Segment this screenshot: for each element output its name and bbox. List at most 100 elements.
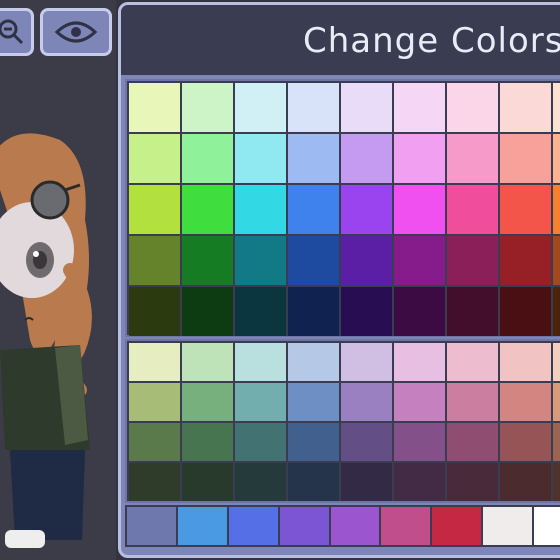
quick-color-swatch[interactable] <box>279 507 329 545</box>
muted-color-swatch[interactable] <box>182 343 233 381</box>
muted-color-swatch[interactable] <box>553 423 560 461</box>
bright-color-swatch[interactable] <box>394 236 445 285</box>
muted-color-swatch[interactable] <box>235 463 286 501</box>
bright-color-swatch[interactable] <box>447 83 498 132</box>
muted-color-swatch[interactable] <box>288 383 339 421</box>
bright-color-swatch[interactable] <box>182 287 233 336</box>
quick-color-row <box>125 505 560 547</box>
quick-color-swatch[interactable] <box>381 507 431 545</box>
muted-color-swatch[interactable] <box>341 463 392 501</box>
bright-color-swatch[interactable] <box>447 134 498 183</box>
bright-color-swatch[interactable] <box>553 287 560 336</box>
bright-color-swatch[interactable] <box>500 236 551 285</box>
muted-color-swatch[interactable] <box>235 383 286 421</box>
bright-color-swatch[interactable] <box>394 185 445 234</box>
bright-color-swatch[interactable] <box>235 185 286 234</box>
bright-palette-grid <box>129 83 560 336</box>
bright-color-swatch[interactable] <box>341 134 392 183</box>
muted-color-swatch[interactable] <box>182 463 233 501</box>
muted-color-swatch[interactable] <box>288 463 339 501</box>
bright-color-swatch[interactable] <box>235 287 286 336</box>
muted-color-swatch[interactable] <box>553 343 560 381</box>
quick-color-swatch[interactable] <box>127 507 176 545</box>
bright-color-swatch[interactable] <box>500 287 551 336</box>
muted-color-swatch[interactable] <box>129 343 180 381</box>
bright-color-swatch[interactable] <box>288 134 339 183</box>
muted-color-swatch[interactable] <box>288 423 339 461</box>
zoom-button[interactable] <box>0 8 34 56</box>
bright-color-swatch[interactable] <box>394 134 445 183</box>
bright-color-swatch[interactable] <box>182 236 233 285</box>
muted-color-swatch[interactable] <box>182 423 233 461</box>
muted-color-swatch[interactable] <box>235 343 286 381</box>
bright-color-swatch[interactable] <box>341 236 392 285</box>
bright-color-swatch[interactable] <box>500 83 551 132</box>
bright-color-swatch[interactable] <box>182 134 233 183</box>
bright-color-swatch[interactable] <box>447 185 498 234</box>
eye-button[interactable] <box>40 8 112 56</box>
bright-color-swatch[interactable] <box>447 287 498 336</box>
bright-color-swatch[interactable] <box>553 185 560 234</box>
bright-color-swatch[interactable] <box>500 134 551 183</box>
bright-color-swatch[interactable] <box>500 185 551 234</box>
quick-color-swatch[interactable] <box>330 507 380 545</box>
bright-color-swatch[interactable] <box>235 134 286 183</box>
muted-color-swatch[interactable] <box>500 383 551 421</box>
character-stage <box>0 0 116 560</box>
muted-color-swatch[interactable] <box>447 423 498 461</box>
bright-color-swatch[interactable] <box>288 236 339 285</box>
bright-color-swatch[interactable] <box>235 236 286 285</box>
quick-color-swatch[interactable] <box>177 507 227 545</box>
muted-color-swatch[interactable] <box>553 463 560 501</box>
quick-color-swatch[interactable] <box>228 507 278 545</box>
muted-color-swatch[interactable] <box>182 383 233 421</box>
muted-color-swatch[interactable] <box>341 343 392 381</box>
muted-palette <box>125 339 560 503</box>
muted-color-swatch[interactable] <box>447 383 498 421</box>
muted-color-swatch[interactable] <box>500 423 551 461</box>
bright-color-swatch[interactable] <box>341 185 392 234</box>
bright-palette <box>125 79 560 337</box>
muted-color-swatch[interactable] <box>500 343 551 381</box>
change-colors-panel: Change Colors <box>118 2 560 558</box>
bright-color-swatch[interactable] <box>129 83 180 132</box>
quick-color-swatch[interactable] <box>534 507 560 545</box>
bright-color-swatch[interactable] <box>129 134 180 183</box>
bright-color-swatch[interactable] <box>182 83 233 132</box>
bright-color-swatch[interactable] <box>394 287 445 336</box>
muted-color-swatch[interactable] <box>288 343 339 381</box>
quick-color-swatch[interactable] <box>483 507 533 545</box>
muted-color-swatch[interactable] <box>394 343 445 381</box>
bright-color-swatch[interactable] <box>288 185 339 234</box>
muted-color-swatch[interactable] <box>447 343 498 381</box>
bright-color-swatch[interactable] <box>182 185 233 234</box>
muted-color-swatch[interactable] <box>553 383 560 421</box>
muted-color-swatch[interactable] <box>129 463 180 501</box>
quick-color-swatch[interactable] <box>432 507 482 545</box>
bright-color-swatch[interactable] <box>129 287 180 336</box>
muted-color-swatch[interactable] <box>129 423 180 461</box>
bright-color-swatch[interactable] <box>288 83 339 132</box>
bright-color-swatch[interactable] <box>129 185 180 234</box>
bright-color-swatch[interactable] <box>394 83 445 132</box>
muted-color-swatch[interactable] <box>235 423 286 461</box>
muted-color-swatch[interactable] <box>500 463 551 501</box>
bright-color-swatch[interactable] <box>553 134 560 183</box>
bright-color-swatch[interactable] <box>235 83 286 132</box>
muted-color-swatch[interactable] <box>341 383 392 421</box>
muted-color-swatch[interactable] <box>394 423 445 461</box>
bright-color-swatch[interactable] <box>288 287 339 336</box>
bright-color-swatch[interactable] <box>553 83 560 132</box>
character-figure <box>0 133 92 548</box>
bright-color-swatch[interactable] <box>553 236 560 285</box>
muted-color-swatch[interactable] <box>394 463 445 501</box>
bright-color-swatch[interactable] <box>129 236 180 285</box>
bright-color-swatch[interactable] <box>447 236 498 285</box>
bright-color-swatch[interactable] <box>341 83 392 132</box>
muted-color-swatch[interactable] <box>129 383 180 421</box>
panel-title: Change Colors <box>303 21 560 61</box>
muted-color-swatch[interactable] <box>394 383 445 421</box>
muted-color-swatch[interactable] <box>447 463 498 501</box>
muted-color-swatch[interactable] <box>341 423 392 461</box>
bright-color-swatch[interactable] <box>341 287 392 336</box>
